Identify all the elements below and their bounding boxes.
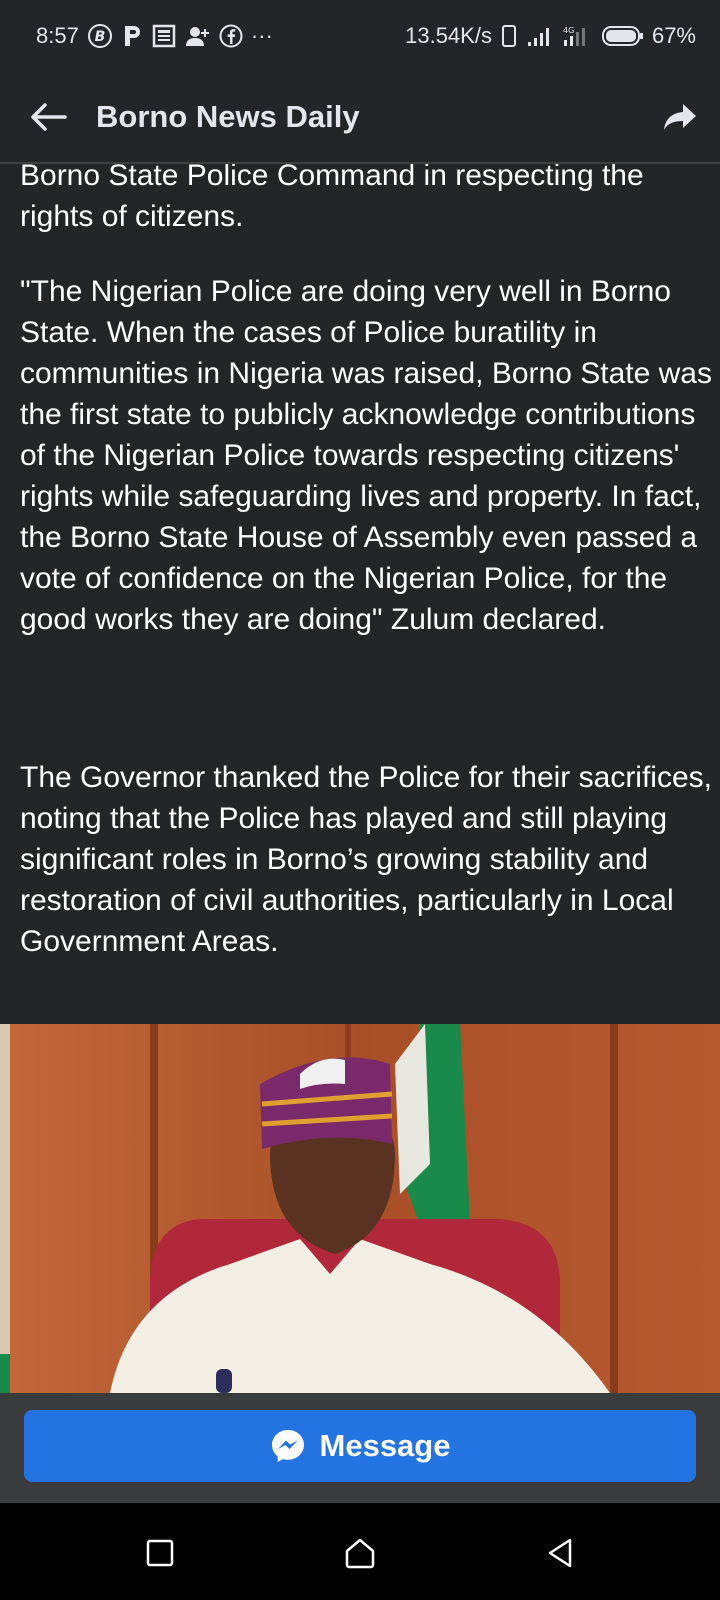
back-nav-button[interactable]: [538, 1531, 582, 1575]
signal-icon: [526, 24, 554, 48]
article-paragraph: The Governor thanked the Police for thei…: [20, 761, 712, 958]
battery-level: 67%: [651, 23, 696, 48]
system-nav-bar: [0, 1503, 720, 1600]
share-icon: [664, 104, 696, 130]
status-right: 13.54K/s 4G 67%: [405, 23, 696, 49]
article-paragraph-previous: Borno State Police Command in respecting…: [20, 164, 644, 233]
more-notifications-icon: ···: [250, 23, 273, 48]
square-icon: [146, 1539, 174, 1567]
phone-vibrate-icon: [500, 24, 518, 48]
article-body: Borno State Police Command in respecting…: [0, 164, 720, 1024]
signal-2-icon: 4G: [562, 24, 592, 48]
messenger-icon: [271, 1430, 304, 1462]
back-arrow-icon: [31, 103, 67, 131]
page-title: Borno News Daily: [96, 99, 360, 134]
p-app-icon: [121, 23, 143, 49]
b-app-icon: B: [87, 23, 113, 49]
home-button[interactable]: [338, 1531, 382, 1575]
message-button-label: Message: [319, 1428, 451, 1463]
svg-text:B: B: [94, 29, 105, 45]
home-icon: [345, 1538, 375, 1569]
triangle-back-icon: [548, 1538, 572, 1568]
article-paragraph: "The Nigerian Police are doing very well…: [20, 275, 712, 636]
add-contact-icon: [185, 24, 211, 48]
status-left: 8:57 B ···: [36, 23, 273, 49]
recent-apps-button[interactable]: [138, 1531, 182, 1575]
facebook-icon: [219, 24, 243, 48]
share-button[interactable]: [640, 71, 720, 163]
message-bar: Message: [0, 1393, 720, 1503]
status-time: 8:57: [36, 23, 79, 48]
network-speed: 13.54K/s: [405, 23, 492, 48]
article-photo[interactable]: [0, 1024, 720, 1393]
news-icon: [151, 24, 177, 48]
back-button[interactable]: [0, 71, 96, 163]
status-bar: 8:57 B ··· 13.54K/s 4G 67%: [0, 0, 720, 72]
photo-illustration: [0, 1024, 720, 1393]
svg-text:4G: 4G: [563, 26, 574, 35]
battery-icon: [600, 24, 644, 48]
app-bar: Borno News Daily: [0, 72, 720, 164]
message-button[interactable]: Message: [24, 1410, 696, 1482]
